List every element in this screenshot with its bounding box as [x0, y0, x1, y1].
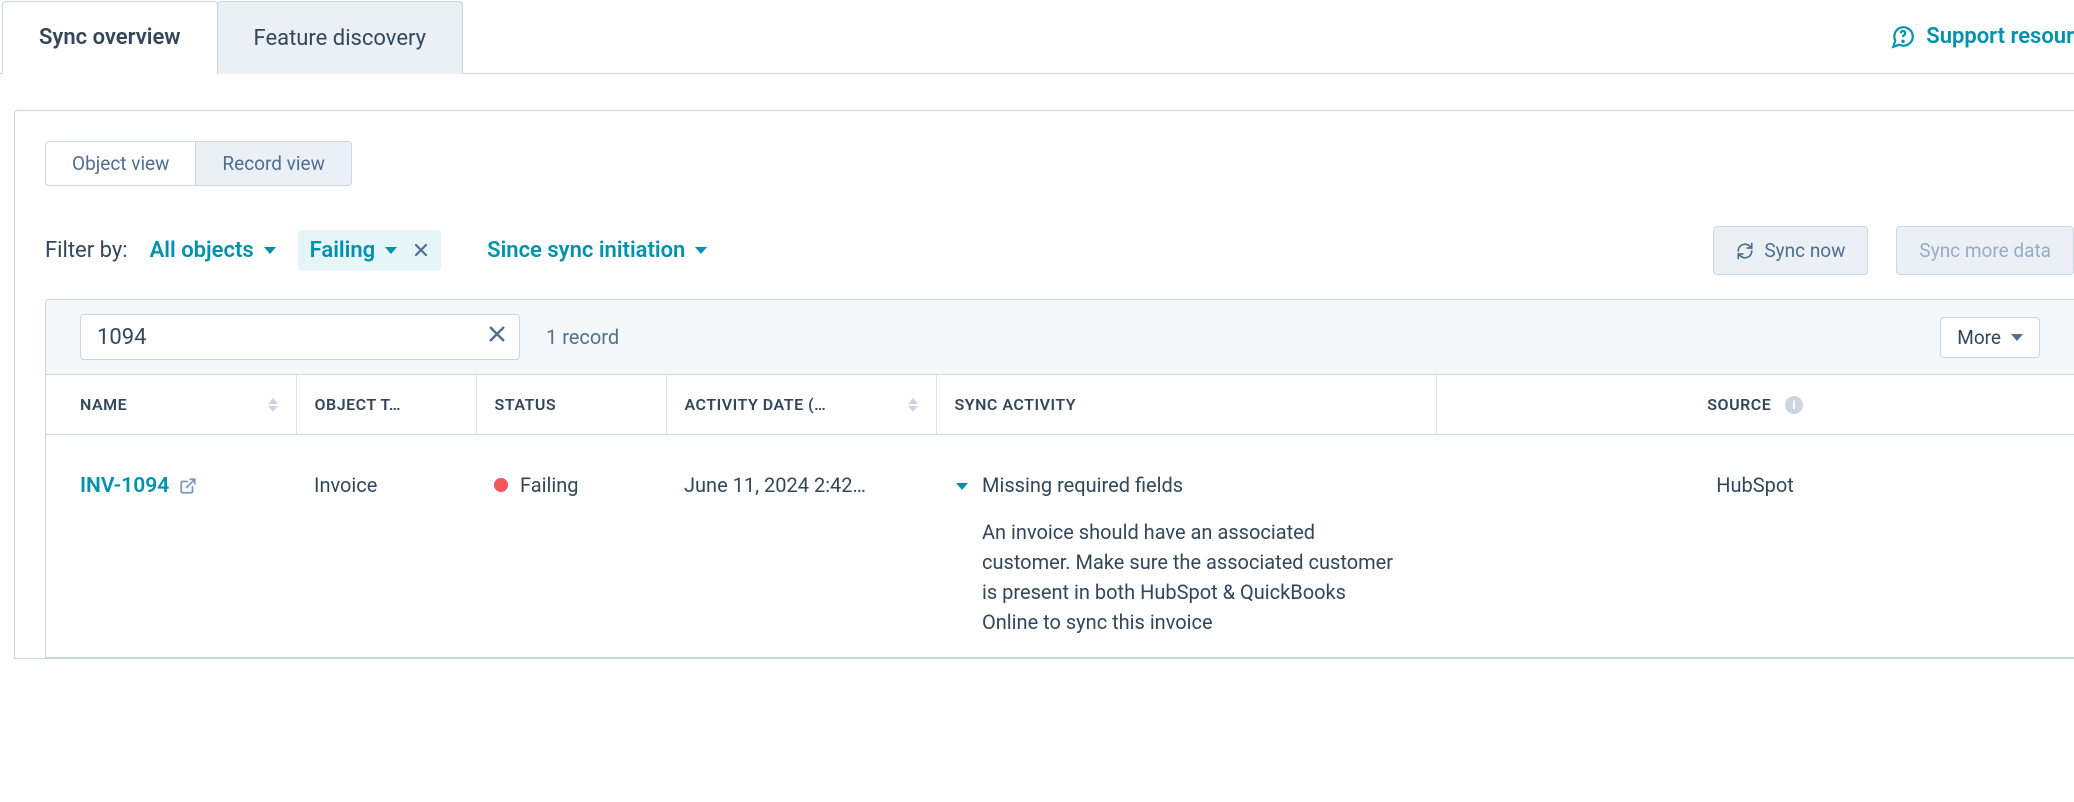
sync-activity-title: Missing required fields — [982, 473, 1402, 497]
support-resources-label: Support resour — [1926, 24, 2074, 49]
tab-sync-overview[interactable]: Sync overview — [2, 1, 218, 74]
column-sync-activity[interactable]: Sync activity — [936, 375, 1436, 435]
record-source: HubSpot — [1436, 435, 2074, 658]
filter-status-label: Failing — [310, 238, 376, 263]
clear-filter-icon[interactable] — [413, 239, 429, 263]
column-status-label: Status — [495, 395, 557, 414]
column-name-label: Name — [80, 395, 127, 414]
record-sync-activity: Missing required fields An invoice shoul… — [936, 435, 1436, 658]
column-sync-label: Sync activity — [955, 395, 1077, 414]
search-box — [80, 314, 520, 360]
sort-icon — [908, 398, 918, 412]
chevron-down-icon — [385, 247, 397, 254]
filter-date[interactable]: Since sync initiation — [479, 232, 715, 269]
record-view-button[interactable]: Record view — [195, 142, 350, 185]
column-name[interactable]: Name — [46, 375, 296, 435]
content-panel: Object view Record view Filter by: All o… — [14, 110, 2074, 659]
more-columns-button[interactable]: More — [1940, 317, 2040, 358]
chevron-down-icon — [695, 247, 707, 254]
external-link-icon — [179, 477, 197, 495]
chevron-down-icon — [2011, 334, 2023, 341]
column-activity-date[interactable]: Activity date (… — [666, 375, 936, 435]
column-object-label: Object t… — [315, 395, 401, 414]
object-view-button[interactable]: Object view — [46, 142, 195, 185]
records-table: Name Object t… Status Activity date (… — [46, 374, 2074, 657]
filter-row: Filter by: All objects Failing Since syn… — [45, 226, 2074, 275]
filter-by-label: Filter by: — [45, 238, 128, 263]
filter-objects-label: All objects — [150, 238, 254, 263]
table-header-row: Name Object t… Status Activity date (… — [46, 375, 2074, 435]
search-input[interactable] — [97, 325, 487, 350]
sync-now-label: Sync now — [1764, 239, 1845, 262]
view-toggle: Object view Record view — [45, 141, 352, 186]
filter-objects[interactable]: All objects — [142, 232, 284, 269]
record-activity-date: June 11, 2024 2:42… — [666, 435, 936, 658]
column-object-type[interactable]: Object t… — [296, 375, 476, 435]
info-icon: i — [1785, 396, 1803, 414]
table-row: INV-1094 Invoice Failing — [46, 435, 2074, 658]
table-container: 1 record More Name Object t… — [45, 299, 2074, 658]
record-status-cell: Failing — [476, 435, 666, 658]
tab-bar: Sync overview Feature discovery Support … — [0, 0, 2074, 74]
column-status[interactable]: Status — [476, 375, 666, 435]
search-row: 1 record More — [46, 300, 2074, 374]
column-source-label: Source — [1707, 395, 1771, 414]
more-label: More — [1957, 326, 2001, 349]
sync-more-data-button[interactable]: Sync more data — [1896, 226, 2074, 275]
filter-date-label: Since sync initiation — [487, 238, 685, 263]
column-date-label: Activity date (… — [685, 395, 827, 414]
sync-activity-description: An invoice should have an associated cus… — [982, 517, 1402, 637]
column-source[interactable]: Source i — [1436, 375, 2074, 435]
record-name-link[interactable]: INV-1094 — [80, 474, 197, 498]
record-count: 1 record — [546, 325, 619, 349]
record-object-type: Invoice — [296, 435, 476, 658]
refresh-icon — [1736, 242, 1754, 260]
tab-feature-discovery[interactable]: Feature discovery — [217, 1, 464, 74]
chevron-down-icon — [264, 247, 276, 254]
sort-icon — [268, 398, 278, 412]
record-status: Failing — [520, 473, 578, 497]
support-icon — [1890, 24, 1916, 50]
sync-more-label: Sync more data — [1919, 239, 2051, 262]
status-dot-icon — [494, 478, 508, 492]
record-name: INV-1094 — [80, 474, 169, 498]
sync-now-button[interactable]: Sync now — [1713, 226, 1868, 275]
filter-status[interactable]: Failing — [298, 230, 442, 271]
clear-search-icon[interactable] — [487, 324, 507, 350]
expand-toggle[interactable] — [954, 475, 970, 637]
support-resources-link[interactable]: Support resour — [1890, 0, 2074, 73]
